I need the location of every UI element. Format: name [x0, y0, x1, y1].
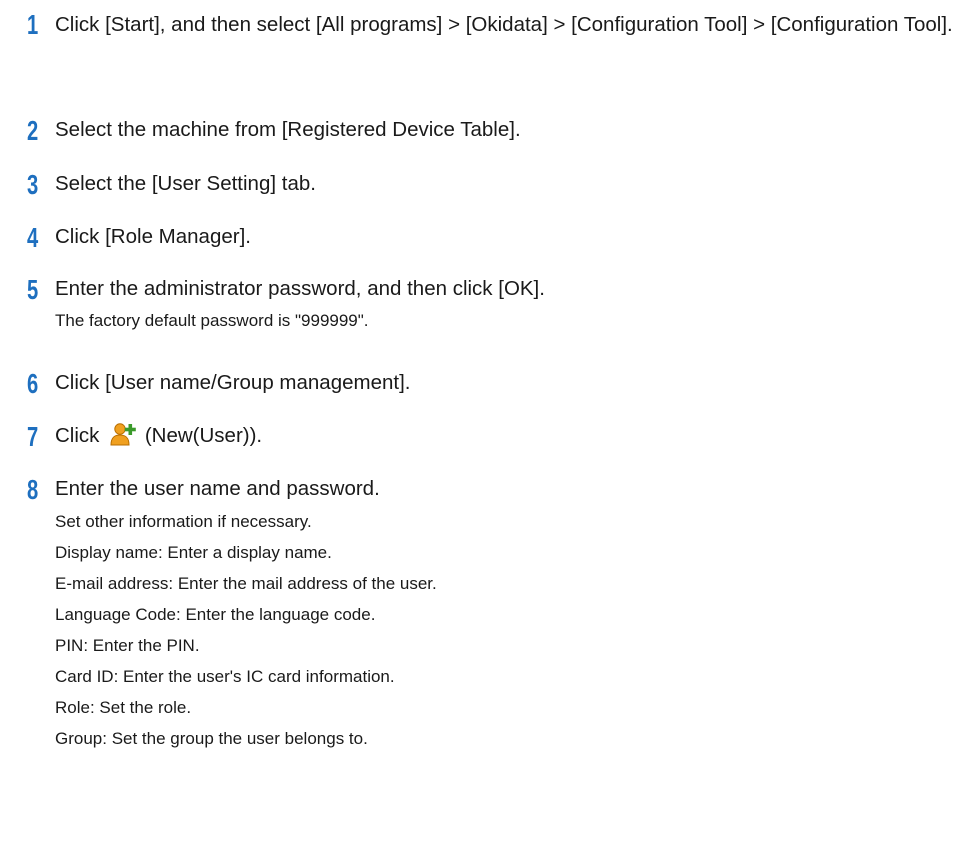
step-detail: Set other information if necessary.: [55, 512, 312, 531]
step-text: Select the [User Setting] tab.: [55, 172, 316, 195]
step-number: 5: [27, 274, 39, 305]
step-number: 1: [27, 9, 39, 40]
step-number: 8: [27, 474, 39, 505]
step-text: Click [User name/Group management].: [55, 371, 411, 394]
step-note: The factory default password is "999999"…: [55, 311, 369, 330]
step-detail: PIN: Enter the PIN.: [55, 636, 200, 655]
step-detail: Language Code: Enter the language code.: [55, 605, 376, 624]
step-text: Select the machine from [Registered Devi…: [55, 118, 521, 141]
step-number: 7: [27, 421, 39, 452]
step-detail: E-mail address: Enter the mail address o…: [55, 574, 437, 593]
step-text: Enter the user name and password.: [55, 477, 380, 500]
step-text-before: Click: [55, 424, 100, 447]
step-text-after: (New(User)).: [144, 424, 263, 447]
step-text: Click (New(User)).: [55, 420, 958, 451]
step-detail: Role: Set the role.: [55, 698, 192, 717]
step-detail: Display name: Enter a display name.: [55, 543, 332, 562]
step-text: Click [Role Manager].: [55, 225, 251, 248]
step-number: 2: [27, 115, 39, 146]
step-text: Click [Start], and then select [All prog…: [55, 13, 953, 36]
step-number: 6: [27, 368, 39, 399]
step-number: 4: [27, 222, 39, 253]
step-detail: Group: Set the group the user belongs to…: [55, 729, 368, 748]
step-detail: Card ID: Enter the user's IC card inform…: [55, 667, 395, 686]
new-user-icon: [109, 421, 137, 447]
step-number: 3: [27, 169, 39, 200]
step-text: Enter the administrator password, and th…: [55, 277, 545, 300]
